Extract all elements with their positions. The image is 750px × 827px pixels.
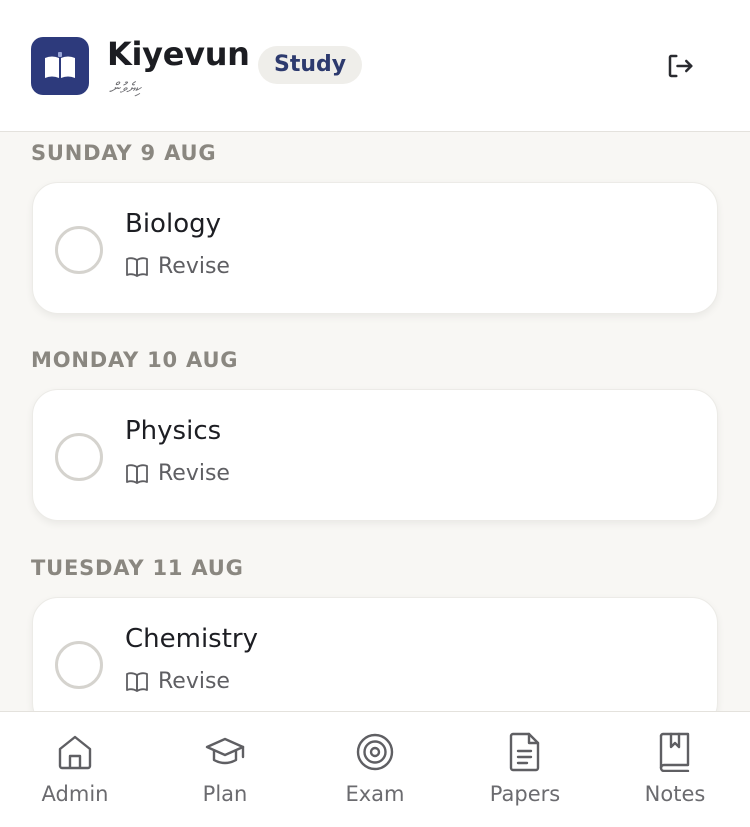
nav-item-admin[interactable]: Admin <box>0 712 150 827</box>
task-label: Revise <box>158 669 230 694</box>
app-subtitle: ކިޔެވުން <box>109 79 141 97</box>
home-icon <box>58 735 92 770</box>
nav-label: Plan <box>202 782 248 806</box>
target-icon <box>356 733 394 771</box>
book-open-icon <box>126 672 148 692</box>
day-heading: TUESDAY 11 AUG <box>31 556 244 580</box>
day-heading: SUNDAY 9 AUG <box>31 141 217 165</box>
nav-label: Admin <box>41 782 109 806</box>
app-title: Kiyevun <box>107 35 250 73</box>
task-row: Revise <box>125 253 230 281</box>
nav-label: Papers <box>489 782 561 806</box>
study-card[interactable]: Chemistry Revise <box>32 597 718 711</box>
study-card[interactable]: Physics Revise <box>32 389 718 521</box>
subject-title: Chemistry <box>125 624 258 654</box>
completion-checkbox[interactable] <box>55 433 103 481</box>
nav-item-exam[interactable]: Exam <box>300 712 450 827</box>
bottom-nav: Admin Plan Exam Papers Notes <box>0 711 750 827</box>
subject-title: Physics <box>125 416 222 446</box>
book-open-icon <box>126 464 148 484</box>
subject-title: Biology <box>125 209 221 239</box>
schedule-list[interactable]: SUNDAY 9 AUG Biology Revise MONDAY 10 AU… <box>0 133 750 711</box>
nav-item-notes[interactable]: Notes <box>600 712 750 827</box>
task-row: Revise <box>125 668 230 696</box>
mode-badge[interactable]: Study <box>258 46 363 84</box>
task-row: Revise <box>125 460 230 488</box>
nav-label: Exam <box>345 782 405 806</box>
graduation-cap-icon <box>205 737 245 765</box>
book-open-icon <box>126 257 148 277</box>
logout-icon <box>668 54 693 78</box>
logout-button[interactable] <box>661 47 699 85</box>
day-heading: MONDAY 10 AUG <box>31 348 239 372</box>
document-icon <box>509 732 540 772</box>
completion-checkbox[interactable] <box>55 226 103 274</box>
task-label: Revise <box>158 461 230 486</box>
nav-item-plan[interactable]: Plan <box>150 712 300 827</box>
completion-checkbox[interactable] <box>55 641 103 689</box>
bookmark-book-icon <box>659 732 690 772</box>
app-header: Kiyevun ކިޔެވުން Study <box>0 0 750 132</box>
open-book-icon <box>45 52 75 78</box>
app-logo <box>31 37 89 95</box>
task-label: Revise <box>158 254 230 279</box>
nav-label: Notes <box>644 782 706 806</box>
nav-item-papers[interactable]: Papers <box>450 712 600 827</box>
study-card[interactable]: Biology Revise <box>32 182 718 314</box>
